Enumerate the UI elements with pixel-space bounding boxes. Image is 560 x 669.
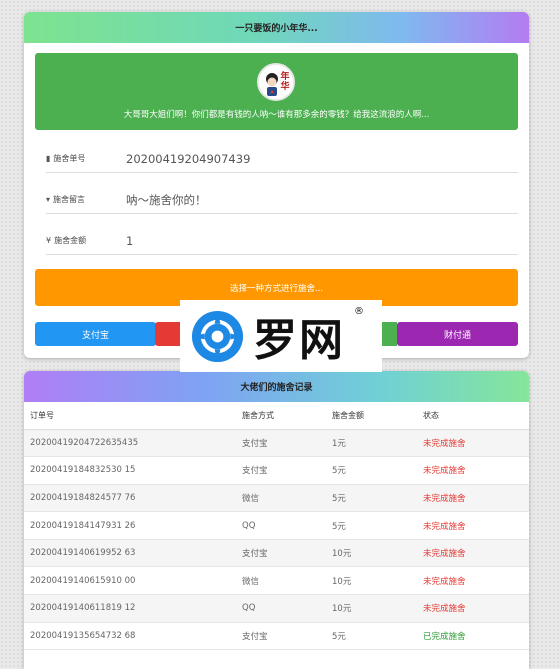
intro-banner: 年华 大哥哥大姐们啊！你们都是有钱的人呐～谁有那多余的零钱？给我这流浪的人啊..… [35,53,518,130]
message-field[interactable] [106,192,518,207]
page-title: 一只要饭的小年华... [235,24,318,34]
amount-cell: 5元 [332,484,423,513]
status-cell: 未完成施舍 [423,429,529,458]
message-label-text: 施舍留言 [53,195,86,204]
column-method: 施舍方式 [242,402,332,430]
amount-field[interactable] [106,233,518,248]
registered-mark: ® [354,306,364,317]
status-cell: 未完成施舍 [423,566,529,596]
table-row: 20200419184824577 76 微信 5元 未完成施舍 [24,484,529,513]
method-cell: QQ [242,594,332,623]
records-table: 订单号 施舍方式 施舍金额 状态 20200419204722635435 支付宝… [24,402,529,651]
alipay-button[interactable]: 支付宝 [35,322,156,346]
column-order: 订单号 [24,402,242,430]
table-row: 20200419204722635435 支付宝 1元 未完成施舍 [24,429,529,458]
watermark-text: 罗网 [253,315,345,366]
amount-cell: 5元 [332,622,423,651]
tenpay-button[interactable]: 财付通 [397,322,518,346]
status-cell: 未完成施舍 [423,456,529,485]
records-header: 大佬们的施舍记录 [24,371,529,402]
amount-cell: 5元 [332,456,423,485]
amount-cell: 1元 [332,429,423,458]
order-number-cell: 20200419135654732 68 [24,622,242,651]
yen-icon: ¥ [46,236,52,245]
method-cell: 支付宝 [242,539,332,568]
message-label: ▾ 施舍留言 [46,194,106,205]
table-row: 20200419135654732 68 支付宝 5元 已完成施舍 [24,622,529,651]
status-cell: 未完成施舍 [423,511,529,540]
amount-label-text: 施舍金额 [54,236,87,245]
method-cell: 支付宝 [242,456,332,485]
banner-text: 大哥哥大姐们啊！你们都是有钱的人呐～谁有那多余的零钱？给我这流浪的人啊... [123,110,430,120]
status-cell: 未完成施舍 [423,594,529,623]
method-cell: QQ [242,511,332,540]
status-cell: 未完成施舍 [423,484,529,513]
watermark: 罗网 ® [180,300,382,372]
records-title: 大佬们的施舍记录 [240,383,313,393]
column-status: 状态 [423,402,529,430]
barcode-icon: ▮ [46,154,51,163]
status-cell: 已完成施舍 [423,622,529,651]
avatar: 年华 [257,63,295,101]
amount-cell: 10元 [332,566,423,596]
amount-row: ¥ 施舍金额 [46,227,518,255]
order-number-label-text: 施舍单号 [53,154,86,163]
method-cell: 微信 [242,484,332,513]
table-row: 20200419184832530 15 支付宝 5元 未完成施舍 [24,456,529,485]
order-number-cell: 20200419140611819 12 [24,594,242,623]
order-number-cell: 20200419184832530 15 [24,456,242,485]
amount-cell: 10元 [332,539,423,568]
cart-icon: ▾ [46,195,51,204]
amount-label: ¥ 施舍金额 [46,235,106,246]
table-row: 20200419140611819 12 QQ 10元 未完成施舍 [24,594,529,623]
order-number-row: ▮ 施舍单号 [46,145,518,173]
table-row: 20200419140619952 63 支付宝 10元 未完成施舍 [24,539,529,568]
donation-card-header: 一只要饭的小年华... [24,12,529,43]
order-number-cell: 20200419184147931 26 [24,511,242,540]
message-row: ▾ 施舍留言 [46,186,518,214]
order-number-cell: 20200419140619952 63 [24,539,242,568]
order-number-label: ▮ 施舍单号 [46,153,106,164]
method-cell: 支付宝 [242,622,332,651]
records-card: 大佬们的施舍记录 订单号 施舍方式 施舍金额 状态 20200419204722… [24,371,529,669]
table-row: 20200419140615910 00 微信 10元 未完成施舍 [24,566,529,596]
status-cell: 未完成施舍 [423,539,529,568]
order-number-field[interactable] [106,151,518,166]
order-number-cell: 20200419140615910 00 [24,566,242,596]
records-table-header: 订单号 施舍方式 施舍金额 状态 [24,402,529,430]
method-cell: 微信 [242,566,332,596]
method-cell: 支付宝 [242,429,332,458]
order-number-cell: 20200419204722635435 [24,429,242,458]
amount-cell: 10元 [332,594,423,623]
order-number-cell: 20200419184824577 76 [24,484,242,513]
avatar-text: 年华 [280,72,290,92]
table-row: 20200419184147931 26 QQ 5元 未完成施舍 [24,511,529,540]
column-amount: 施舍金额 [332,402,423,430]
amount-cell: 5元 [332,511,423,540]
watermark-logo-icon [191,310,244,362]
